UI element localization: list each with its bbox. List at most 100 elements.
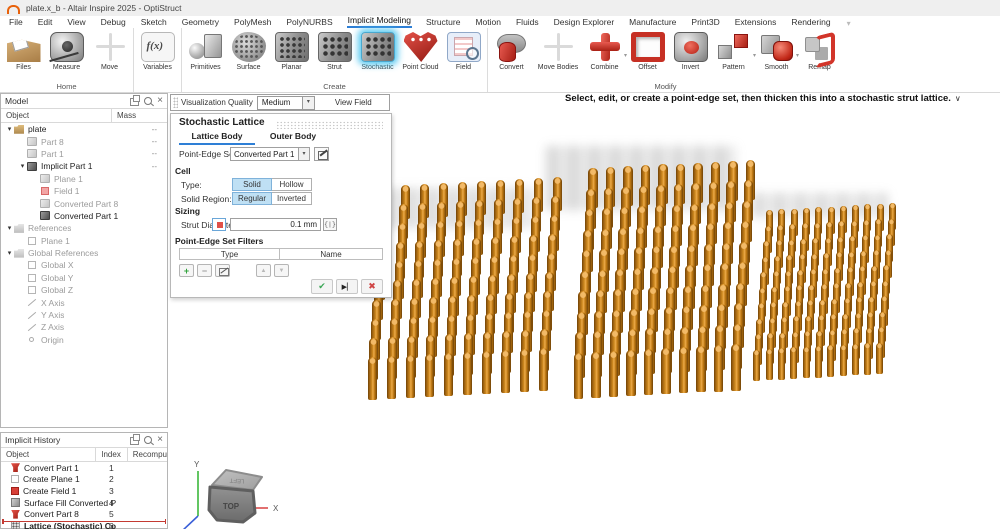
tree-item-plane-1[interactable]: Plane 1 (1, 173, 167, 185)
menu-item-extensions[interactable]: Extensions (734, 17, 778, 28)
expand-arrow-icon[interactable]: ▾ (5, 249, 14, 257)
apply-next-button[interactable]: ▶▏ (336, 279, 358, 294)
menu-item-debug[interactable]: Debug (100, 17, 127, 28)
menu-item-rendering[interactable]: Rendering (790, 17, 831, 28)
menu-overflow-icon[interactable]: ▾ (847, 19, 851, 28)
ribbon-tool-remap[interactable]: Remap (798, 28, 841, 82)
type-solid-button[interactable]: Solid (232, 178, 272, 191)
menu-item-manufacture[interactable]: Manufacture (628, 17, 677, 28)
tree-item-z-axis[interactable]: Z Axis (1, 321, 167, 333)
float-panel-icon[interactable] (130, 98, 139, 106)
tree-item-converted-part-8[interactable]: Converted Part 8 (1, 197, 167, 209)
ribbon-tool-variables[interactable]: Variables (136, 28, 179, 82)
filter-column-name[interactable]: Name (279, 248, 383, 260)
menu-item-geometry[interactable]: Geometry (181, 17, 220, 28)
strut-diameter-input[interactable]: 0.1 mm (230, 218, 321, 231)
tree-item-plate[interactable]: ▾plate-- (1, 123, 167, 135)
tree-item-references[interactable]: ▾References (1, 222, 167, 234)
ribbon-tool-offset[interactable]: Offset (626, 28, 669, 82)
menu-item-polynurbs[interactable]: PolyNURBS (285, 17, 333, 28)
ok-button[interactable]: ✔ (311, 279, 333, 294)
remove-filter-button[interactable]: − (197, 264, 212, 277)
history-item-surface-fill-converted-part-1[interactable]: Surface Fill Converted Part 14 (1, 497, 167, 509)
column-mass[interactable]: Mass (111, 109, 167, 122)
expand-arrow-icon[interactable]: ▾ (5, 125, 14, 133)
tree-item-plane-1[interactable]: Plane 1 (1, 235, 167, 247)
menu-item-edit[interactable]: Edit (37, 17, 54, 28)
search-icon[interactable] (144, 436, 152, 444)
ribbon-tool-invert[interactable]: Invert (669, 28, 712, 82)
close-icon[interactable]: × (157, 436, 163, 444)
ribbon-tool-convert[interactable]: Convert (490, 28, 533, 82)
cancel-button[interactable]: ✖ (361, 279, 383, 294)
dialog-drag-handle[interactable] (276, 121, 383, 129)
ribbon-tool-combine[interactable]: Combine▾ (583, 28, 626, 82)
ribbon-tool-planar[interactable]: Planar (270, 28, 313, 82)
ribbon-tool-smooth[interactable]: Smooth▾ (755, 28, 798, 82)
history-item-create-field-1[interactable]: Create Field 13 (1, 485, 167, 497)
menu-item-implicit-modeling[interactable]: Implicit Modeling (347, 15, 412, 28)
expand-arrow-icon[interactable]: ▾ (5, 224, 14, 232)
view-field-button[interactable]: View Field (331, 97, 376, 108)
menu-item-print3d[interactable]: Print3D (690, 17, 720, 28)
tree-item-global-z[interactable]: Global Z (1, 284, 167, 296)
search-icon[interactable] (144, 97, 152, 105)
type-hollow-button[interactable]: Hollow (272, 178, 312, 191)
tree-item-x-axis[interactable]: X Axis (1, 296, 167, 308)
ribbon-tool-files[interactable]: Files (2, 28, 45, 82)
close-icon[interactable]: × (157, 97, 163, 105)
tree-item-implicit-part-1[interactable]: ▾Implicit Part 1-- (1, 160, 167, 172)
menu-item-file[interactable]: File (8, 17, 24, 28)
drag-handle-icon[interactable] (173, 97, 178, 108)
ribbon-tool-point-cloud[interactable]: Point Cloud (399, 28, 442, 82)
view-cube[interactable]: Y X LEFT TOP (168, 455, 295, 529)
ribbon-tool-surface[interactable]: Surface (227, 28, 270, 82)
menu-item-fluids[interactable]: Fluids (515, 17, 540, 28)
add-filter-button[interactable]: + (179, 264, 194, 277)
expand-arrow-icon[interactable]: ▾ (18, 162, 27, 170)
menu-item-structure[interactable]: Structure (425, 17, 462, 28)
solid-region-inverted-button[interactable]: Inverted (272, 192, 312, 205)
float-panel-icon[interactable] (130, 437, 139, 445)
ribbon-tool-pattern[interactable]: Pattern▾ (712, 28, 755, 82)
tab-lattice-body[interactable]: Lattice Body (179, 131, 255, 145)
edit-filter-button[interactable] (215, 264, 230, 277)
column-object[interactable]: Object (1, 111, 111, 120)
menu-item-design-explorer[interactable]: Design Explorer (553, 17, 615, 28)
menu-item-view[interactable]: View (66, 17, 86, 28)
tab-outer-body[interactable]: Outer Body (255, 131, 331, 145)
history-item-convert-part-8[interactable]: Convert Part 85 (1, 508, 167, 520)
visualization-quality-select[interactable]: Medium ▾ (257, 96, 315, 110)
solid-region-regular-button[interactable]: Regular (232, 192, 272, 205)
tree-item-global-x[interactable]: Global X (1, 259, 167, 271)
tree-item-field-1[interactable]: Field 1 (1, 185, 167, 197)
menu-item-polymesh[interactable]: PolyMesh (233, 17, 272, 28)
tree-item-origin[interactable]: Origin (1, 334, 167, 346)
tree-item-part-1[interactable]: Part 1-- (1, 148, 167, 160)
ribbon-tool-stochastic[interactable]: Stochastic (356, 28, 399, 82)
history-position-marker[interactable] (2, 521, 166, 522)
tree-item-part-8[interactable]: Part 8-- (1, 135, 167, 147)
ribbon-tool-strut[interactable]: Strut (313, 28, 356, 82)
expression-editor-icon[interactable]: {|} (323, 218, 337, 231)
history-item-convert-part-1[interactable]: Convert Part 11 (1, 462, 167, 474)
point-edge-set-select[interactable]: Converted Part 1 ▾ (230, 147, 310, 161)
move-up-button[interactable]: ▲ (256, 264, 271, 277)
ribbon-tool-move[interactable]: Move (88, 28, 131, 82)
move-down-button[interactable]: ▼ (274, 264, 289, 277)
menu-item-sketch[interactable]: Sketch (140, 17, 168, 28)
ribbon-tool-primitives[interactable]: Primitives (184, 28, 227, 82)
filter-column-type[interactable]: Type (179, 248, 279, 260)
field-link-button[interactable] (212, 218, 226, 231)
ribbon-tool-move-bodies[interactable]: Move Bodies (533, 28, 583, 82)
tree-item-global-references[interactable]: ▾Global References (1, 247, 167, 259)
tree-item-y-axis[interactable]: Y Axis (1, 309, 167, 321)
edit-point-edge-set-button[interactable] (314, 147, 329, 161)
column-recompute[interactable]: Recompu (127, 448, 167, 461)
tree-item-global-y[interactable]: Global Y (1, 272, 167, 284)
tree-item-converted-part-1[interactable]: Converted Part 1 (1, 210, 167, 222)
column-index[interactable]: Index (95, 448, 127, 461)
column-object[interactable]: Object (1, 450, 95, 459)
ribbon-tool-field[interactable]: Field (442, 28, 485, 82)
ribbon-tool-measure[interactable]: Measure (45, 28, 88, 82)
